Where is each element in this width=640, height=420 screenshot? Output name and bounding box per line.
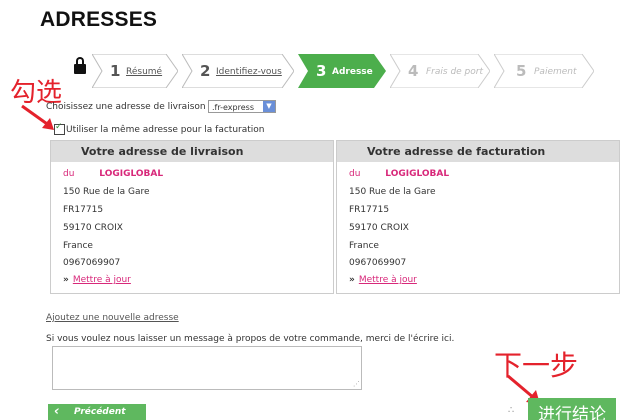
card-title: Votre adresse de facturation <box>337 141 619 162</box>
checkout-steps: 1 Résumé 2 Identifiez-vous 3 Adresse 4 F… <box>64 52 604 92</box>
delivery-address-card: Votre adresse de livraison du LOGIGLOBAL… <box>50 140 334 294</box>
message-prompt: Si vous voulez nous laisser un message à… <box>46 334 455 344</box>
billing-address-card: Votre adresse de facturation du LOGIGLOB… <box>336 140 620 294</box>
step-resume[interactable]: 1 Résumé <box>92 54 178 88</box>
card-title: Votre adresse de livraison <box>51 141 333 162</box>
step-label: Identifiez-vous <box>216 67 282 77</box>
add-address-link[interactable]: Ajoutez une nouvelle adresse <box>46 313 179 323</box>
resize-grip-icon: ⋰ <box>353 380 360 388</box>
step-label: Paiement <box>534 67 577 77</box>
delivery-address-select[interactable]: .fr-express ▼ <box>208 100 276 113</box>
same-address-checkbox[interactable] <box>54 122 65 135</box>
delivery-select-label: Choisissez une adresse de livraison : <box>46 102 212 112</box>
dots-icon: ∴ <box>508 405 515 416</box>
chevron-left-icon: ‹ <box>54 404 60 419</box>
step-label: Résumé <box>126 67 163 77</box>
step-address: 3 Adresse <box>298 54 386 88</box>
step-label: Frais de port <box>426 67 484 77</box>
message-textarea[interactable]: ⋰ <box>52 346 362 390</box>
step-payment: 5 Paiement <box>494 54 594 88</box>
chevron-right-icon: » <box>63 275 69 285</box>
step-shipping: 4 Frais de port <box>390 54 490 88</box>
update-delivery-link[interactable]: Mettre à jour <box>73 275 131 285</box>
lock-icon <box>74 57 86 74</box>
chevron-right-icon: » <box>349 275 355 285</box>
page-title: ADRESSES <box>40 8 158 31</box>
update-billing-link[interactable]: Mettre à jour <box>359 275 417 285</box>
step-identify[interactable]: 2 Identifiez-vous <box>182 54 294 88</box>
step-label: Adresse <box>332 67 373 77</box>
next-button[interactable]: 进行结论 <box>528 398 616 420</box>
chevron-down-icon: ▼ <box>263 101 275 112</box>
same-address-label: Utiliser la même adresse pour la factura… <box>66 125 265 135</box>
